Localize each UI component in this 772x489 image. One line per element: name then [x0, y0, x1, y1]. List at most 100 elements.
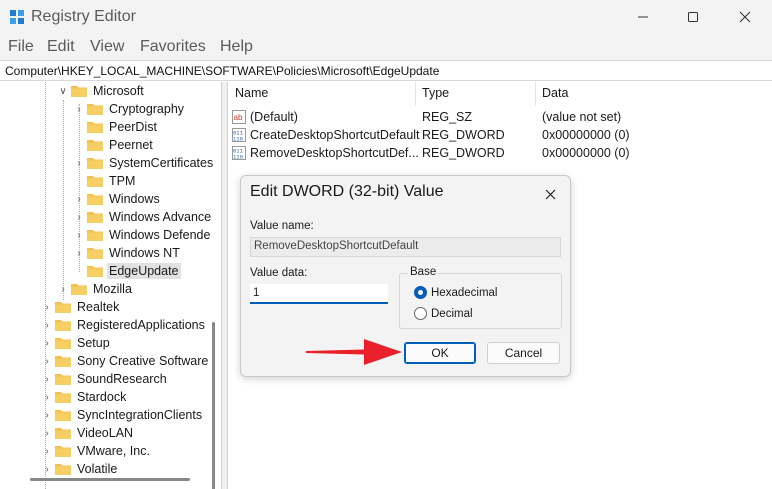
tree-item-videolan[interactable]: › VideoLAN [40, 424, 135, 442]
row-name-cell: 011 110 CreateDesktopShortcutDefault [232, 128, 420, 143]
chevron-right-icon[interactable]: › [40, 354, 54, 368]
cancel-button[interactable]: Cancel [487, 342, 560, 364]
chevron-right-icon[interactable]: › [40, 372, 54, 386]
value-data: 0x00000000 (0) [542, 128, 630, 142]
tree-item-label: RegisteredApplications [77, 318, 205, 332]
tree-item-windows-nt[interactable]: › Windows NT [72, 244, 182, 262]
tree-item-label: Setup [77, 336, 110, 350]
tree-vertical-scrollbar[interactable] [212, 322, 215, 489]
menu-view[interactable]: View [90, 38, 124, 56]
chevron-right-icon[interactable]: › [72, 192, 86, 206]
folder-icon [86, 192, 104, 206]
tree-item-mozilla[interactable]: › Mozilla [56, 280, 134, 298]
chevron-right-icon[interactable]: › [56, 282, 70, 296]
folder-icon [86, 246, 104, 260]
value-data: (value not set) [542, 110, 622, 124]
dialog-close-button[interactable] [539, 184, 561, 204]
tree-item-stardock[interactable]: › Stardock [40, 388, 128, 406]
tree-item-label: SoundResearch [77, 372, 167, 386]
table-row[interactable]: ab (Default) REG_SZ (value not set) [232, 108, 762, 126]
tree-item-systemcertificates[interactable]: › SystemCertificates [72, 154, 215, 172]
ok-button[interactable]: OK [404, 342, 476, 364]
folder-icon [54, 390, 72, 404]
column-separator[interactable] [415, 82, 416, 106]
tree-item-windows-defender[interactable]: › Windows Defende [72, 226, 212, 244]
radio-unchecked-icon [414, 307, 427, 320]
folder-icon [86, 228, 104, 242]
chevron-right-icon[interactable]: › [72, 102, 86, 116]
folder-icon [54, 336, 72, 350]
folder-icon [54, 318, 72, 332]
tree-item-tpm[interactable]: TPM [86, 172, 137, 190]
chevron-right-icon[interactable]: › [40, 444, 54, 458]
tree-item-label: EdgeUpdate [107, 263, 181, 279]
chevron-right-icon[interactable]: › [40, 426, 54, 440]
tree-horizontal-scrollbar[interactable] [30, 478, 190, 481]
tree-item-label: Realtek [77, 300, 120, 314]
tree-item-label: Windows Advance [109, 210, 212, 224]
tree-item-label: Windows Defende [109, 228, 211, 242]
column-header-type[interactable]: Type [422, 86, 449, 104]
tree-item-volatile[interactable]: › Volatile [40, 460, 119, 478]
chevron-right-icon[interactable]: › [40, 336, 54, 350]
tree-item-vmware[interactable]: › VMware, Inc. [40, 442, 152, 460]
folder-icon [86, 102, 104, 116]
chevron-right-icon[interactable]: › [40, 390, 54, 404]
tree-item-syncintegrationclients[interactable]: › SyncIntegrationClients [40, 406, 204, 424]
key-tree[interactable]: ∨ Microsoft › Cryptography PeerDist Peer… [0, 82, 222, 489]
column-header-name[interactable]: Name [235, 86, 268, 104]
column-separator[interactable] [535, 82, 536, 106]
value-type: REG_SZ [422, 110, 473, 124]
menu-file[interactable]: File [8, 38, 34, 56]
close-button[interactable] [722, 0, 768, 34]
tree-item-windows[interactable]: › Windows [72, 190, 162, 208]
string-value-icon: ab [232, 110, 246, 125]
chevron-right-icon[interactable]: › [72, 156, 86, 170]
folder-icon [86, 264, 104, 278]
folder-icon [86, 156, 104, 170]
tree-item-realtek[interactable]: › Realtek [40, 298, 121, 316]
tree-item-label: Windows [109, 192, 160, 206]
hexadecimal-radio[interactable]: Hexadecimal [414, 286, 497, 299]
chevron-right-icon[interactable]: › [40, 300, 54, 314]
title-bar: Registry Editor [0, 0, 772, 34]
tree-item-label: Peernet [109, 138, 153, 152]
value-name-label: Value name: [250, 220, 314, 232]
tree-item-peerdist[interactable]: PeerDist [86, 118, 159, 136]
tree-item-sony-creative-software[interactable]: › Sony Creative Software [40, 352, 210, 370]
row-name-cell: 011 110 RemoveDesktopShortcutDef... [232, 146, 419, 161]
tree-item-setup[interactable]: › Setup [40, 334, 112, 352]
base-group-label: Base [408, 266, 439, 278]
chevron-right-icon[interactable]: › [72, 246, 86, 260]
dialog-title: Edit DWORD (32-bit) Value [250, 183, 444, 200]
menu-edit[interactable]: Edit [47, 38, 75, 56]
tree-item-microsoft[interactable]: ∨ Microsoft [56, 82, 146, 100]
chevron-right-icon[interactable]: › [72, 210, 86, 224]
decimal-radio[interactable]: Decimal [414, 307, 473, 320]
tree-item-peernet[interactable]: Peernet [86, 136, 155, 154]
chevron-right-icon[interactable]: › [72, 228, 86, 242]
folder-icon [54, 426, 72, 440]
folder-icon [86, 138, 104, 152]
table-row[interactable]: 011 110 RemoveDesktopShortcutDef... REG_DW… [232, 144, 762, 162]
menu-help[interactable]: Help [220, 38, 253, 56]
menu-favorites[interactable]: Favorites [140, 38, 206, 56]
address-bar[interactable]: Computer\HKEY_LOCAL_MACHINE\SOFTWARE\Pol… [0, 60, 772, 81]
chevron-right-icon[interactable]: › [40, 462, 54, 476]
tree-item-windows-advanced[interactable]: › Windows Advance [72, 208, 213, 226]
chevron-right-icon[interactable]: › [40, 408, 54, 422]
tree-item-label: Stardock [77, 390, 127, 404]
registry-editor-icon [10, 10, 24, 24]
value-data-input[interactable] [250, 284, 388, 304]
tree-item-soundresearch[interactable]: › SoundResearch [40, 370, 169, 388]
column-header-data[interactable]: Data [542, 86, 568, 104]
maximize-button[interactable] [670, 0, 716, 34]
tree-item-registeredapplications[interactable]: › RegisteredApplications [40, 316, 207, 334]
tree-item-cryptography[interactable]: › Cryptography [72, 100, 186, 118]
tree-item-edgeupdate[interactable]: EdgeUpdate [86, 262, 181, 280]
chevron-right-icon[interactable]: › [40, 318, 54, 332]
table-row[interactable]: 011 110 CreateDesktopShortcutDefault REG_D… [232, 126, 762, 144]
chevron-down-icon[interactable]: ∨ [56, 84, 70, 98]
minimize-button[interactable] [620, 0, 666, 34]
folder-icon [86, 174, 104, 188]
